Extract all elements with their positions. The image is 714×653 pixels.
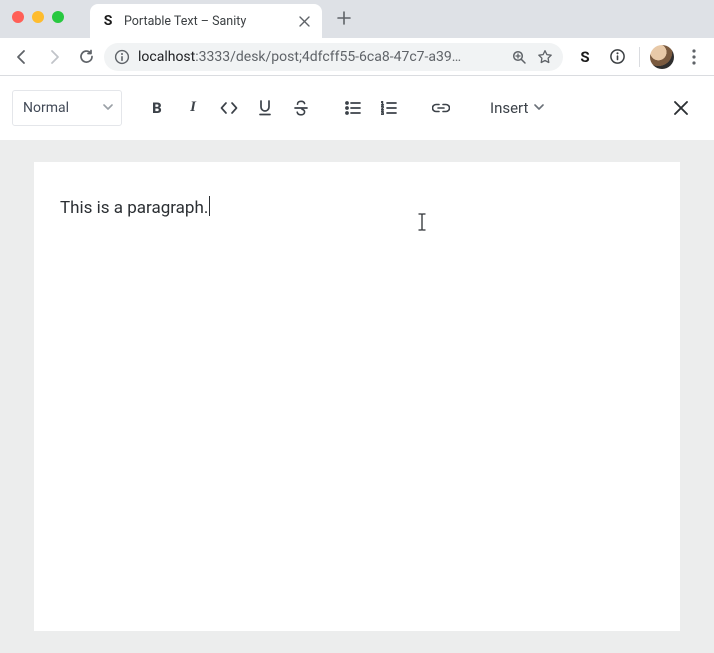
profile-avatar[interactable]: [650, 45, 674, 69]
bullet-list-button[interactable]: [336, 91, 370, 125]
bookmark-star-icon[interactable]: [537, 49, 553, 65]
forward-button[interactable]: [40, 43, 68, 71]
omnibox[interactable]: localhost:3333/desk/post;4dfcff55-6ca8-4…: [104, 43, 563, 71]
numbered-list-button[interactable]: 123: [372, 91, 406, 125]
close-icon: [673, 100, 689, 116]
link-icon: [432, 103, 450, 113]
tab-favicon: S: [100, 13, 116, 29]
underline-button[interactable]: [248, 91, 282, 125]
insert-label: Insert: [490, 99, 528, 117]
browser-tab[interactable]: S Portable Text – Sanity: [90, 4, 322, 38]
arrow-left-icon: [13, 48, 31, 66]
editor-toolbar: Normal B I 123: [0, 76, 714, 140]
close-icon: [299, 16, 310, 27]
tab-title: Portable Text – Sanity: [124, 14, 288, 29]
block-style-select[interactable]: Normal: [12, 90, 122, 126]
extension-info-icon[interactable]: [605, 45, 629, 69]
tab-strip: S Portable Text – Sanity: [0, 0, 714, 38]
url-host: localhost: [138, 49, 195, 65]
text-caret: [209, 196, 210, 216]
underline-icon: [258, 100, 272, 116]
arrow-right-icon: [45, 48, 63, 66]
window-minimize-button[interactable]: [32, 11, 44, 23]
url-text: localhost:3333/desk/post;4dfcff55-6ca8-4…: [138, 49, 497, 65]
info-circle-icon: [609, 48, 626, 65]
reload-button[interactable]: [72, 43, 100, 71]
window-zoom-button[interactable]: [52, 11, 64, 23]
plus-icon: [337, 11, 351, 25]
window-controls: [8, 11, 72, 23]
site-info-icon: [114, 49, 130, 65]
list-bullet-icon: [345, 101, 361, 115]
chevron-down-icon: [534, 104, 544, 111]
reload-icon: [78, 48, 95, 65]
svg-text:3: 3: [381, 111, 384, 115]
window-close-button[interactable]: [12, 11, 24, 23]
formatting-group: B I: [140, 91, 318, 125]
browser-menu-button[interactable]: [682, 45, 706, 69]
insert-menu[interactable]: Insert: [484, 91, 550, 125]
address-bar: localhost:3333/desk/post;4dfcff55-6ca8-4…: [0, 38, 714, 76]
zoom-icon[interactable]: [511, 49, 527, 65]
chevron-down-icon: [103, 104, 113, 111]
extensions-area: S: [567, 45, 706, 69]
list-numbered-icon: 123: [381, 101, 397, 115]
close-editor-button[interactable]: [664, 91, 698, 125]
link-group: [424, 91, 458, 125]
cursor-ibeam-icon: [417, 213, 427, 231]
url-path: :3333/desk/post;4dfcff55-6ca8-47c7-a39…: [195, 49, 461, 65]
kebab-icon: [692, 49, 696, 65]
strikethrough-icon: [293, 100, 309, 116]
omnibox-actions: [511, 49, 553, 65]
browser-chrome: S Portable Text – Sanity localhost:3333/…: [0, 0, 714, 76]
sanity-editor: Normal B I 123: [0, 76, 714, 653]
tab-close-button[interactable]: [296, 13, 312, 29]
code-button[interactable]: [212, 91, 246, 125]
paragraph-text[interactable]: This is a paragraph.: [60, 198, 208, 218]
code-icon: [220, 101, 238, 115]
back-button[interactable]: [8, 43, 36, 71]
editor-canvas-wrap: This is a paragraph.: [0, 140, 714, 653]
link-button[interactable]: [424, 91, 458, 125]
strikethrough-button[interactable]: [284, 91, 318, 125]
italic-button[interactable]: I: [176, 91, 210, 125]
bold-button[interactable]: B: [140, 91, 174, 125]
editor-page[interactable]: This is a paragraph.: [34, 162, 680, 631]
separator: [639, 47, 640, 67]
extension-sanity-icon[interactable]: S: [573, 45, 597, 69]
block-style-label: Normal: [23, 100, 69, 116]
list-group: 123: [336, 91, 406, 125]
new-tab-button[interactable]: [330, 4, 358, 32]
